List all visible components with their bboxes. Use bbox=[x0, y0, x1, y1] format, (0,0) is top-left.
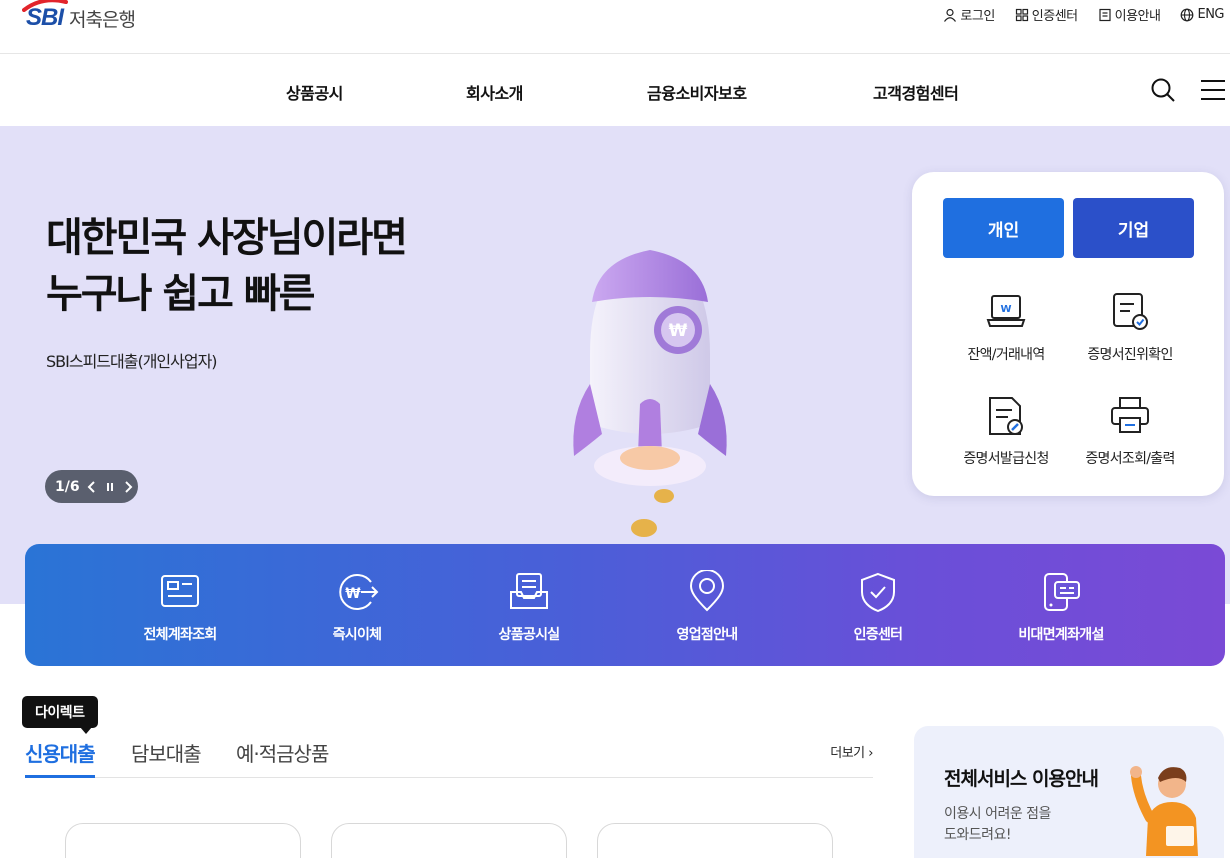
service-product-disclosure-label: 상품공시실 bbox=[498, 627, 561, 643]
search-icon[interactable] bbox=[1150, 77, 1176, 103]
service-all-accounts[interactable]: 전체계좌조회 bbox=[110, 570, 250, 644]
grid-icon bbox=[1015, 8, 1028, 21]
service-remote-account-open[interactable]: 비대면계좌개설 bbox=[991, 570, 1131, 644]
company-button[interactable]: 기업 bbox=[1073, 198, 1194, 258]
auth-center-label: 인증센터 bbox=[1031, 9, 1078, 24]
guide-description: 이용시 어려운 점을 도와드려요! bbox=[944, 804, 1074, 846]
certificate-issue-button[interactable]: 증명서발급신청 bbox=[936, 394, 1076, 468]
certificate-verify-label: 증명서진위확인 bbox=[1087, 347, 1173, 363]
won-transfer-icon: ₩ bbox=[339, 574, 379, 610]
usage-guide-link[interactable]: 이용안내 bbox=[1098, 5, 1161, 24]
more-label: 더보기 bbox=[830, 746, 865, 761]
service-branch-guide-label: 영업점안내 bbox=[676, 627, 739, 643]
product-tabs: 신용대출 담보대출 예·적금상품 더보기 › bbox=[25, 738, 873, 778]
usage-guide-label: 이용안내 bbox=[1114, 9, 1161, 24]
nav-item-consumer-protection[interactable]: 금융소비자보호 bbox=[647, 80, 747, 104]
chevron-right-icon: › bbox=[868, 746, 873, 761]
english-label: ENG bbox=[1197, 7, 1224, 22]
direct-tooltip: 다이렉트 bbox=[22, 696, 98, 734]
balance-history-button[interactable]: W 잔액/거래내역 bbox=[936, 290, 1076, 364]
next-slide-icon[interactable] bbox=[122, 480, 134, 494]
product-card[interactable] bbox=[331, 823, 567, 858]
logo[interactable]: SBI 저축은행 bbox=[22, 0, 136, 36]
logo-text: 저축은행 bbox=[69, 8, 136, 31]
service-strip: 전체계좌조회 ₩ 즉시이체 상품공시실 영업점안내 인증센터 비대면계좌개설 bbox=[25, 544, 1225, 666]
certificate-verify-button[interactable]: 증명서진위확인 bbox=[1060, 290, 1200, 364]
service-remote-account-open-label: 비대면계좌개설 bbox=[1018, 627, 1104, 643]
certificate-check-icon bbox=[1113, 293, 1148, 330]
certificate-print-button[interactable]: 증명서조회/출력 bbox=[1060, 394, 1200, 468]
slide-counter: 1/6 bbox=[55, 478, 80, 495]
globe-icon bbox=[1181, 8, 1194, 21]
rocket-illustration: ₩ bbox=[573, 250, 727, 537]
certificate-issue-label: 증명서발급신청 bbox=[963, 451, 1049, 467]
user-icon bbox=[944, 8, 957, 22]
service-instant-transfer[interactable]: ₩ 즉시이체 bbox=[287, 570, 427, 644]
svg-text:₩: ₩ bbox=[345, 586, 361, 602]
guide-desc-line1: 이용시 어려운 점을 bbox=[944, 806, 1051, 822]
guide-title: 전체서비스 이용안내 bbox=[944, 768, 1099, 790]
svg-text:W: W bbox=[1000, 304, 1011, 315]
tab-credit-loan[interactable]: 신용대출 bbox=[25, 738, 96, 778]
more-link[interactable]: 더보기 › bbox=[830, 742, 873, 761]
quick-service-panel: 개인 기업 W 잔액/거래내역 증명서진위확인 증명서발급신청 증명서조회/출력 bbox=[912, 172, 1224, 496]
service-branch-guide[interactable]: 영업점안내 bbox=[637, 570, 777, 644]
pause-icon[interactable] bbox=[104, 480, 116, 494]
main-nav: 상품공시 회사소개 금융소비자보호 고객경험센터 bbox=[0, 54, 1230, 126]
product-card[interactable] bbox=[65, 823, 301, 858]
location-pin-icon bbox=[689, 570, 725, 612]
svg-text:₩: ₩ bbox=[669, 321, 688, 341]
certificate-print-label: 증명서조회/출력 bbox=[1085, 451, 1175, 467]
guide-desc-line2: 도와드려요! bbox=[944, 827, 1012, 843]
service-guide-box[interactable]: 전체서비스 이용안내 이용시 어려운 점을 도와드려요! bbox=[914, 726, 1224, 858]
balance-history-label: 잔액/거래내역 bbox=[967, 347, 1045, 363]
nav-item-customer-experience[interactable]: 고객경험센터 bbox=[873, 80, 959, 104]
prev-slide-icon[interactable] bbox=[86, 480, 98, 494]
document-pen-icon bbox=[989, 397, 1023, 435]
hero-title: 대한민국 사장님이라면 누구나 쉽고 빠른 bbox=[46, 210, 408, 322]
laptop-won-icon: W bbox=[986, 295, 1026, 327]
nav-item-company-intro[interactable]: 회사소개 bbox=[466, 80, 523, 104]
inbox-document-icon bbox=[510, 573, 548, 609]
printer-icon bbox=[1111, 397, 1149, 433]
mobile-card-icon bbox=[1044, 573, 1080, 611]
logo-swoosh-icon bbox=[22, 0, 68, 12]
service-all-accounts-label: 전체계좌조회 bbox=[143, 627, 217, 643]
auth-center-link[interactable]: 인증센터 bbox=[1015, 5, 1078, 24]
document-icon bbox=[1099, 8, 1111, 21]
top-utility-bar: SBI 저축은행 로그인 인증센터 이용안내 ENG bbox=[0, 0, 1230, 54]
utility-menu: 로그인 인증센터 이용안내 ENG bbox=[943, 5, 1224, 24]
service-instant-transfer-label: 즉시이체 bbox=[332, 627, 382, 643]
login-label: 로그인 bbox=[960, 9, 995, 24]
account-card-icon bbox=[161, 575, 199, 607]
hero-title-line2: 누구나 쉽고 빠른 bbox=[46, 271, 315, 317]
hamburger-menu-icon[interactable] bbox=[1200, 79, 1226, 101]
login-link[interactable]: 로그인 bbox=[943, 5, 995, 24]
product-card[interactable] bbox=[597, 823, 833, 858]
slide-pager: 1/6 bbox=[45, 470, 138, 503]
waving-person-illustration bbox=[1130, 766, 1198, 856]
nav-item-product-disclosure[interactable]: 상품공시 bbox=[286, 80, 343, 104]
hero-title-line1: 대한민국 사장님이라면 bbox=[46, 215, 408, 261]
tab-deposit-savings[interactable]: 예·적금상품 bbox=[236, 738, 329, 778]
english-link[interactable]: ENG bbox=[1180, 5, 1224, 24]
tab-secured-loan[interactable]: 담보대출 bbox=[131, 738, 202, 778]
service-auth-center[interactable]: 인증센터 bbox=[808, 570, 948, 644]
personal-button[interactable]: 개인 bbox=[943, 198, 1064, 258]
hero-subtitle: SBI스피드대출(개인사업자) bbox=[46, 352, 218, 371]
service-product-disclosure[interactable]: 상품공시실 bbox=[459, 570, 599, 644]
shield-check-icon bbox=[861, 572, 895, 613]
service-auth-center-label: 인증센터 bbox=[853, 627, 903, 643]
logo-brand: SBI bbox=[22, 0, 68, 32]
